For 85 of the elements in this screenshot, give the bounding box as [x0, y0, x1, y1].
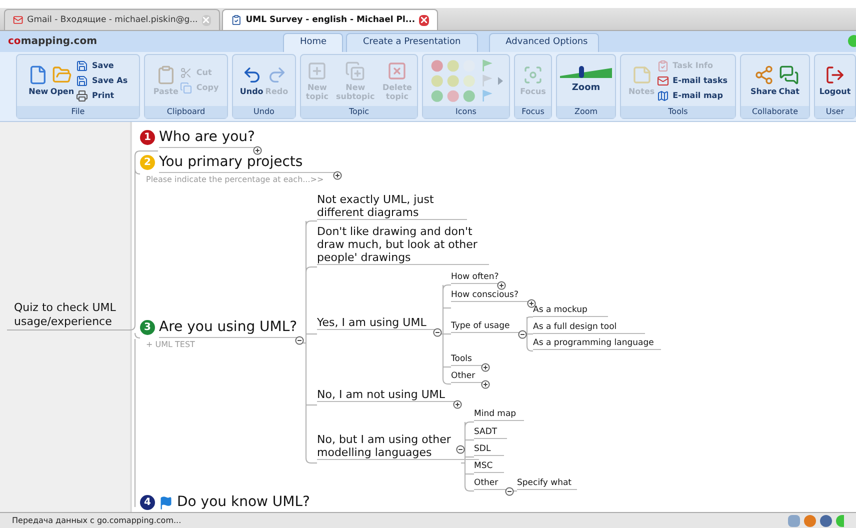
- expand-icon[interactable]: [333, 171, 342, 180]
- group-label: Focus: [515, 106, 551, 118]
- group-label: Clipboard: [145, 106, 227, 118]
- topic-node[interactable]: No, I am not using UML: [317, 388, 457, 402]
- expand-icon[interactable]: [253, 146, 262, 155]
- group-label: Zoom: [557, 106, 615, 118]
- logo: comapping.com: [8, 35, 98, 49]
- group-label: User: [815, 106, 855, 118]
- collapse-icon[interactable]: [456, 445, 465, 454]
- expand-icon[interactable]: [497, 281, 506, 290]
- file-icon: [28, 65, 48, 85]
- redo-icon: [266, 65, 287, 85]
- share-icon: [754, 65, 774, 85]
- topic-node[interactable]: You primary projects: [159, 153, 337, 173]
- ribbon-button[interactable]: Share: [750, 65, 777, 96]
- printer-icon: [76, 90, 88, 102]
- close-icon[interactable]: [419, 14, 429, 26]
- topic-node[interactable]: Are you using UML?: [159, 318, 302, 338]
- slider-thumb[interactable]: [578, 66, 584, 78]
- ribbon-button[interactable]: Open: [50, 65, 74, 96]
- box-x-icon: [387, 60, 408, 80]
- topic-node[interactable]: SADT: [474, 426, 507, 439]
- topic-node[interactable]: As a full design tool: [533, 321, 645, 334]
- topic-number-badge: 1: [140, 130, 155, 145]
- group-label: Tools: [621, 106, 735, 118]
- topic-number-badge: 3: [140, 320, 155, 335]
- checklist-icon: [656, 60, 669, 72]
- ribbon-button[interactable]: New: [28, 65, 48, 96]
- topic-node[interactable]: As a programming language: [533, 337, 661, 350]
- topic-note: + UML TEST: [146, 340, 196, 350]
- topic-number-badge: 4: [140, 495, 155, 510]
- group-label: Undo: [233, 106, 295, 118]
- focus-icon: [523, 65, 543, 85]
- topic-node[interactable]: MSC: [474, 460, 504, 473]
- envelope-icon: [13, 14, 24, 26]
- zoom-slider[interactable]: [560, 66, 612, 78]
- envelope-icon: [656, 74, 669, 86]
- ribbon-button[interactable]: Chat: [778, 65, 800, 96]
- note-icon: [632, 65, 652, 85]
- logout-icon: [825, 65, 845, 85]
- collapse-icon[interactable]: [518, 330, 527, 339]
- expand-icon[interactable]: [481, 380, 490, 389]
- topic-node[interactable]: Don't like drawing and don't draw much, but look at other people' drawings: [317, 225, 489, 265]
- topic-note: Please indicate the percentage at each...>>: [146, 175, 325, 185]
- boxes-plus-icon: [345, 60, 366, 80]
- group-label: Collaborate: [741, 106, 809, 118]
- undo-icon: [242, 65, 262, 85]
- ribbon-button[interactable]: Undo: [240, 65, 264, 96]
- ribbon-button[interactable]: Save As: [76, 74, 128, 86]
- zoom-label: Zoom: [572, 82, 600, 95]
- topic-node[interactable]: Mind map: [474, 408, 524, 421]
- browser-tab[interactable]: UML Survey - english - Michael Pl...: [222, 9, 438, 30]
- expand-icon[interactable]: [481, 363, 490, 372]
- expand-icon[interactable]: [453, 400, 462, 409]
- root-topic[interactable]: Quiz to check UML usage/experience: [14, 301, 130, 329]
- collapse-icon[interactable]: [505, 487, 514, 496]
- clipboard-icon: [156, 65, 176, 85]
- browser-tab[interactable]: Gmail - Входящие - michael.piskin@g...: [4, 9, 220, 30]
- topic-number-badge: 2: [140, 155, 155, 170]
- status-text: Передача данных с go.comapping.com...: [12, 514, 182, 526]
- ribbon-button[interactable]: Print: [76, 90, 114, 102]
- box-plus-icon: [307, 60, 328, 80]
- topic-node[interactable]: Not exactly UML, just different diagrams: [317, 193, 467, 220]
- group-label: Topic: [301, 106, 417, 118]
- group-label: File: [17, 106, 139, 118]
- topic-node[interactable]: Yes, I am using UML: [317, 316, 437, 330]
- chat-icon: [779, 65, 800, 85]
- topic-node[interactable]: SDL: [474, 443, 504, 456]
- map-icon: [656, 90, 669, 102]
- ribbon-tab[interactable]: Advanced Options: [488, 33, 599, 52]
- page-icon: [231, 14, 242, 26]
- collapse-icon[interactable]: [433, 328, 442, 337]
- group-label: Icons: [423, 106, 509, 118]
- ribbon-button[interactable]: E-mail tasks: [656, 74, 728, 86]
- topic-node[interactable]: Specify what: [517, 477, 577, 490]
- ribbon-button[interactable]: Logout: [819, 65, 851, 96]
- scissors-icon: [180, 67, 192, 79]
- ribbon-button[interactable]: E-mail map: [656, 90, 723, 102]
- ribbon-tab[interactable]: Create a Presentation: [346, 33, 478, 52]
- folder-icon: [52, 65, 72, 85]
- copy-icon: [180, 82, 192, 94]
- ribbon-tab[interactable]: Home: [283, 33, 343, 52]
- ribbon-button[interactable]: Save: [76, 60, 114, 72]
- collapse-icon[interactable]: [295, 336, 304, 345]
- topic-node[interactable]: As a mockup: [533, 304, 608, 317]
